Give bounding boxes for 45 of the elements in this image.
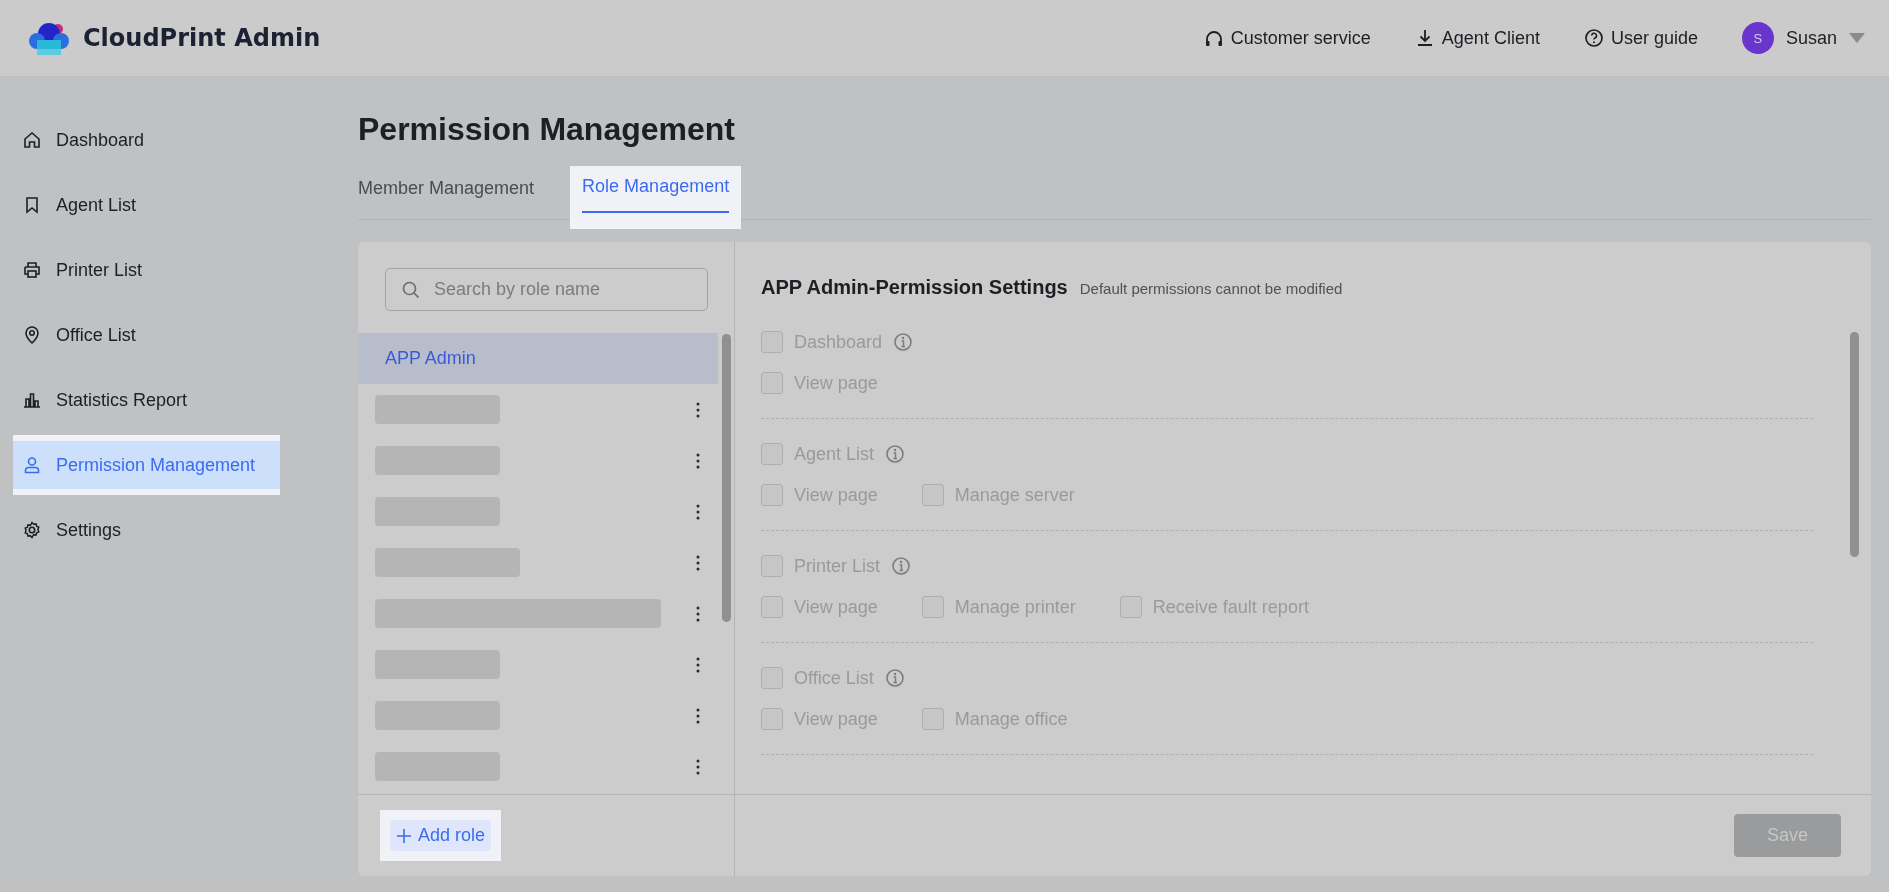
scrollbar[interactable] bbox=[1850, 332, 1859, 557]
plus-icon bbox=[396, 827, 412, 844]
help-icon bbox=[1583, 28, 1604, 48]
location-pin-icon bbox=[22, 325, 42, 345]
caret-down-icon bbox=[1849, 33, 1865, 43]
user-avatar[interactable]: S bbox=[1741, 22, 1774, 54]
info-icon bbox=[891, 556, 912, 576]
sidebar-item[interactable]: Office List bbox=[0, 311, 315, 359]
more-options-icon bbox=[696, 401, 700, 418]
more-options-icon bbox=[696, 758, 700, 775]
header-link[interactable]: User guide bbox=[1583, 27, 1698, 49]
more-options-icon bbox=[696, 707, 700, 724]
role-item[interactable]: APP Admin bbox=[358, 333, 718, 384]
settings-title: APP Admin-Permission Settings bbox=[761, 276, 1068, 299]
scrollbar[interactable] bbox=[722, 334, 731, 622]
tab[interactable]: Member Management bbox=[358, 166, 547, 219]
settings-icon bbox=[22, 520, 42, 540]
settings-note: Default permissions cannot be modified bbox=[1079, 280, 1343, 297]
info-icon bbox=[893, 332, 914, 352]
sidebar-item[interactable]: Statistics Report bbox=[0, 376, 315, 424]
more-options-icon bbox=[696, 452, 700, 469]
more-options-icon bbox=[696, 656, 700, 673]
more-options-icon bbox=[696, 605, 700, 622]
bar-chart-icon bbox=[22, 390, 42, 410]
info-icon bbox=[885, 444, 906, 464]
header-link[interactable]: Agent Client bbox=[1414, 27, 1540, 49]
headset-icon bbox=[1203, 28, 1224, 48]
app-title: CloudPrint Admin bbox=[83, 24, 321, 52]
sidebar-item[interactable]: Printer List bbox=[0, 246, 315, 294]
sidebar-item[interactable]: Settings bbox=[0, 506, 315, 554]
page-title: Permission Management bbox=[358, 111, 736, 148]
info-icon bbox=[884, 668, 905, 688]
user-icon bbox=[22, 455, 42, 475]
search-field[interactable]: Search by role name bbox=[385, 268, 708, 311]
printer-icon bbox=[22, 260, 42, 280]
more-options-icon bbox=[696, 503, 700, 520]
more-options-icon bbox=[696, 554, 700, 571]
tab[interactable]: Role Management bbox=[570, 166, 742, 229]
user-name[interactable]: Susan bbox=[1785, 27, 1837, 49]
sidebar-item[interactable]: Dashboard bbox=[0, 116, 315, 164]
add-role-button[interactable]: Add role bbox=[390, 820, 492, 851]
search-icon bbox=[401, 280, 421, 300]
header-link[interactable]: Customer service bbox=[1203, 27, 1371, 49]
home-icon bbox=[22, 130, 42, 150]
sidebar-item[interactable]: Agent List bbox=[0, 181, 315, 229]
